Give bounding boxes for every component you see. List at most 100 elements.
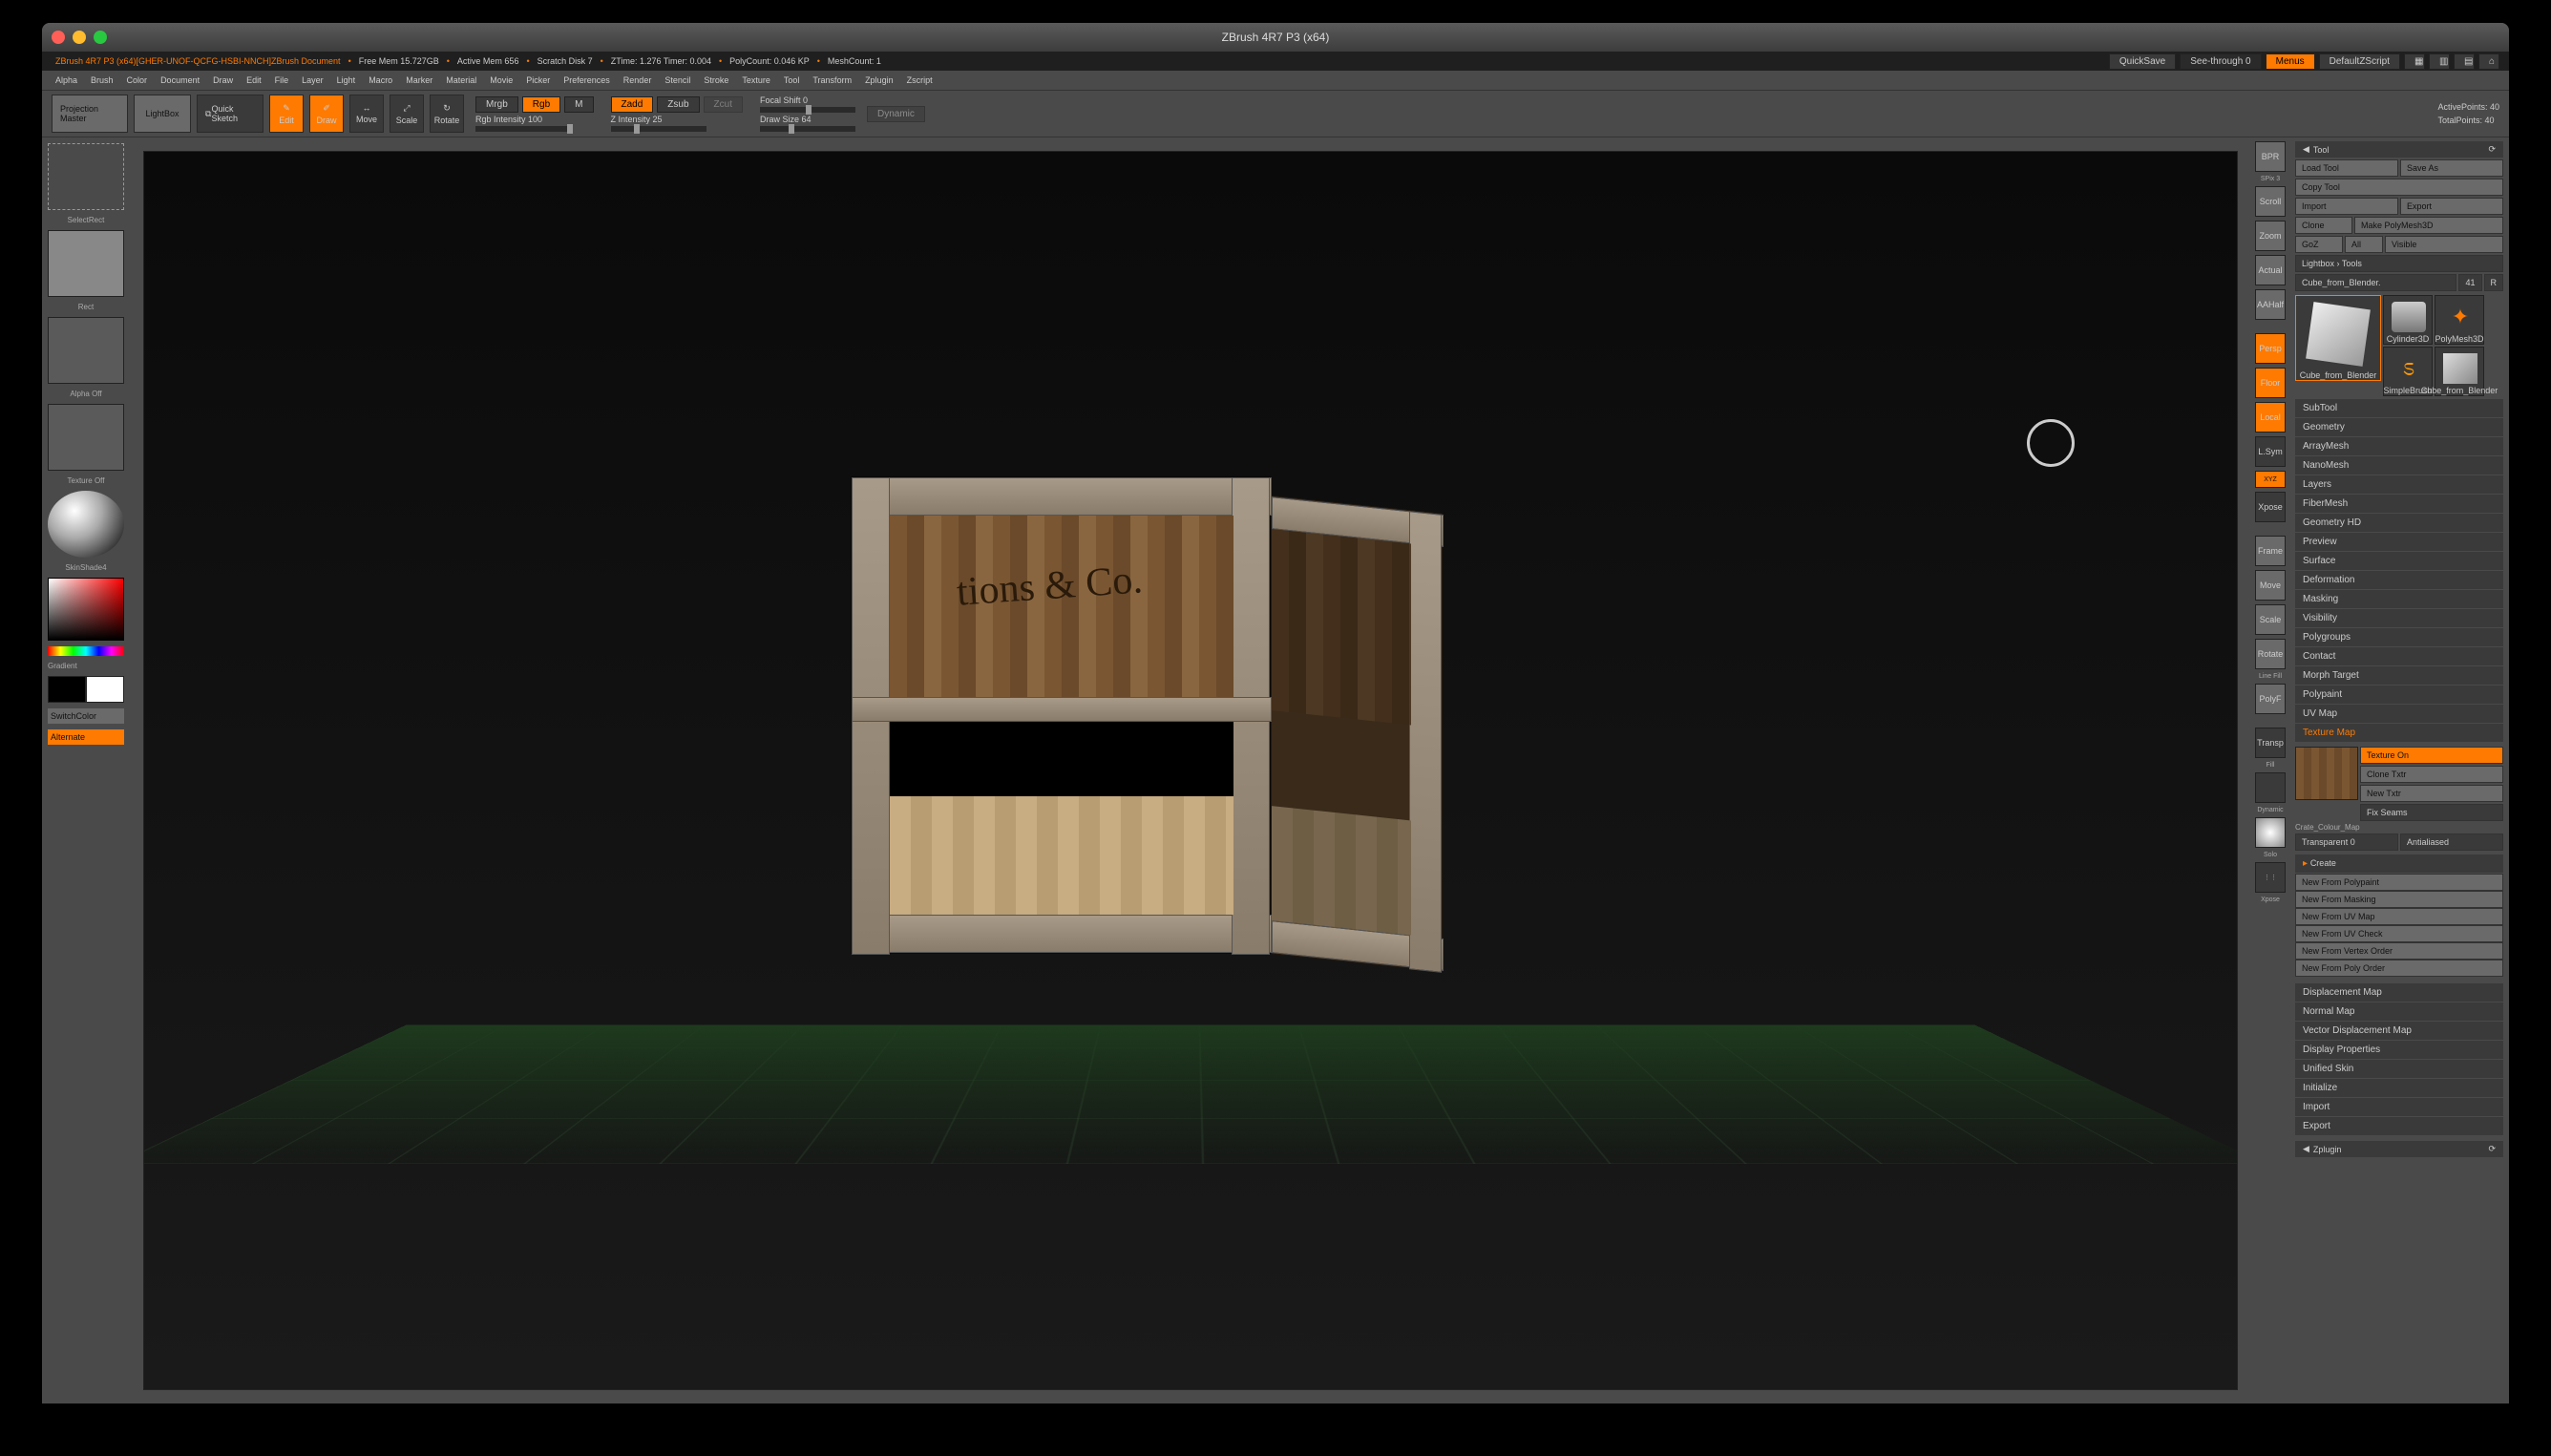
menu-marker[interactable]: Marker — [406, 75, 432, 85]
refresh-icon[interactable]: ⟳ — [2488, 144, 2496, 155]
rotate-mode-button[interactable]: ↻Rotate — [430, 95, 464, 133]
xpose-button[interactable]: Xpose — [2255, 492, 2286, 522]
menu-transform[interactable]: Transform — [812, 75, 852, 85]
menu-picker[interactable]: Picker — [526, 75, 550, 85]
current-tool-name[interactable]: Cube_from_Blender. — [2295, 274, 2456, 291]
color-picker[interactable] — [48, 578, 124, 641]
acc-polygroups[interactable]: Polygroups — [2295, 628, 2503, 646]
new-txtr-button[interactable]: New Txtr — [2360, 785, 2503, 802]
acc-geometry[interactable]: Geometry — [2295, 418, 2503, 436]
swatch-black[interactable] — [48, 676, 86, 703]
menu-tool[interactable]: Tool — [784, 75, 800, 85]
acc-displayprops[interactable]: Display Properties — [2295, 1041, 2503, 1059]
zsub-button[interactable]: Zsub — [657, 96, 699, 113]
lsym-button[interactable]: L.Sym — [2255, 436, 2286, 467]
menu-movie[interactable]: Movie — [490, 75, 513, 85]
acc-export[interactable]: Export — [2295, 1117, 2503, 1135]
solo-button[interactable] — [2255, 817, 2286, 848]
menu-light[interactable]: Light — [337, 75, 356, 85]
menu-brush[interactable]: Brush — [91, 75, 114, 85]
menu-alpha[interactable]: Alpha — [55, 75, 77, 85]
menu-edit[interactable]: Edit — [246, 75, 262, 85]
quicksketch-button[interactable]: ⧉ Quick Sketch — [197, 95, 264, 133]
acc-normalmap[interactable]: Normal Map — [2295, 1002, 2503, 1021]
projection-master-button[interactable]: Projection Master — [52, 95, 128, 133]
new-from-uvmap-button[interactable]: New From UV Map — [2295, 908, 2503, 925]
tool-thumb[interactable]: Cylinder3D — [2383, 295, 2433, 345]
acc-nanomesh[interactable]: NanoMesh — [2295, 456, 2503, 475]
acc-import[interactable]: Import — [2295, 1098, 2503, 1116]
menu-file[interactable]: File — [275, 75, 289, 85]
tool-thumb-current[interactable]: Cube_from_Blender — [2295, 295, 2381, 381]
swatch-white[interactable] — [86, 676, 124, 703]
draw-size-slider[interactable] — [760, 126, 855, 132]
rgb-intensity-slider[interactable] — [475, 126, 571, 132]
acc-surface[interactable]: Surface — [2295, 552, 2503, 570]
default-script-button[interactable]: DefaultZScript — [2319, 53, 2400, 70]
acc-arraymesh[interactable]: ArrayMesh — [2295, 437, 2503, 455]
floor-button[interactable]: Floor — [2255, 368, 2286, 398]
bpr-button[interactable]: BPR — [2255, 141, 2286, 172]
acc-layers[interactable]: Layers — [2295, 475, 2503, 494]
hue-strip[interactable] — [48, 646, 124, 656]
lightbox-tools-button[interactable]: Lightbox › Tools — [2295, 255, 2503, 272]
new-from-masking-button[interactable]: New From Masking — [2295, 891, 2503, 908]
acc-texturemap[interactable]: Texture Map — [2295, 724, 2503, 742]
menu-layer[interactable]: Layer — [302, 75, 324, 85]
new-from-polyorder-button[interactable]: New From Poly Order — [2295, 960, 2503, 977]
ghost-button[interactable] — [2255, 772, 2286, 803]
rotate-nav-button[interactable]: Rotate — [2255, 639, 2286, 669]
layout-icon[interactable]: ▤ — [2454, 53, 2475, 70]
rgb-button[interactable]: Rgb — [522, 96, 560, 113]
new-from-uvcheck-button[interactable]: New From UV Check — [2295, 925, 2503, 942]
refresh-icon[interactable]: ⟳ — [2488, 1144, 2496, 1154]
acc-unifiedskin[interactable]: Unified Skin — [2295, 1060, 2503, 1078]
scroll-button[interactable]: Scroll — [2255, 186, 2286, 217]
import-button[interactable]: Import — [2295, 198, 2398, 215]
brush-slot[interactable] — [48, 143, 124, 210]
save-as-button[interactable]: Save As — [2400, 159, 2503, 177]
layout-icon[interactable]: ▦ — [2404, 53, 2425, 70]
xyz-button[interactable]: XYZ — [2255, 471, 2286, 488]
lightbox-button[interactable]: LightBox — [134, 95, 191, 133]
tool-thumb[interactable]: ✦PolyMesh3D — [2435, 295, 2484, 345]
texture-slot[interactable] — [48, 404, 124, 471]
switchcolor-button[interactable]: SwitchColor — [48, 708, 124, 724]
menu-stroke[interactable]: Stroke — [704, 75, 728, 85]
aahalf-button[interactable]: AAHalf — [2255, 289, 2286, 320]
close-icon[interactable] — [52, 31, 65, 44]
dynamic-button[interactable]: Dynamic — [867, 106, 925, 122]
actual-button[interactable]: Actual — [2255, 255, 2286, 285]
focal-shift-slider[interactable] — [760, 107, 855, 113]
material-sphere[interactable] — [48, 491, 124, 558]
layout-icon[interactable]: ▥ — [2429, 53, 2450, 70]
acc-geometryhd[interactable]: Geometry HD — [2295, 514, 2503, 532]
scale-nav-button[interactable]: Scale — [2255, 604, 2286, 635]
edit-mode-button[interactable]: ✎Edit — [269, 95, 304, 133]
acc-dispmap[interactable]: Displacement Map — [2295, 983, 2503, 1002]
acc-polypaint[interactable]: Polypaint — [2295, 686, 2503, 704]
zcut-button[interactable]: Zcut — [704, 96, 743, 113]
local-button[interactable]: Local — [2255, 402, 2286, 433]
persp-button[interactable]: Persp — [2255, 333, 2286, 364]
maximize-icon[interactable] — [94, 31, 107, 44]
m-button[interactable]: M — [564, 96, 593, 113]
menu-material[interactable]: Material — [446, 75, 476, 85]
acc-contact[interactable]: Contact — [2295, 647, 2503, 665]
new-from-vertexorder-button[interactable]: New From Vertex Order — [2295, 942, 2503, 960]
scale-mode-button[interactable]: ⤢Scale — [390, 95, 424, 133]
tool-thumb[interactable]: Cube_from_Blender — [2435, 347, 2484, 396]
create-header[interactable]: ▸ Create — [2295, 855, 2503, 873]
acc-deformation[interactable]: Deformation — [2295, 571, 2503, 589]
mrgb-button[interactable]: Mrgb — [475, 96, 518, 113]
home-icon[interactable]: ⌂ — [2478, 53, 2499, 70]
tool-r-button[interactable]: R — [2484, 274, 2504, 291]
zoom-button[interactable]: Zoom — [2255, 221, 2286, 251]
zadd-button[interactable]: Zadd — [611, 96, 654, 113]
minimize-icon[interactable] — [73, 31, 86, 44]
menu-preferences[interactable]: Preferences — [563, 75, 610, 85]
acc-morphtarget[interactable]: Morph Target — [2295, 666, 2503, 685]
acc-fibermesh[interactable]: FiberMesh — [2295, 495, 2503, 513]
export-button[interactable]: Export — [2400, 198, 2503, 215]
frame-button[interactable]: Frame — [2255, 536, 2286, 566]
